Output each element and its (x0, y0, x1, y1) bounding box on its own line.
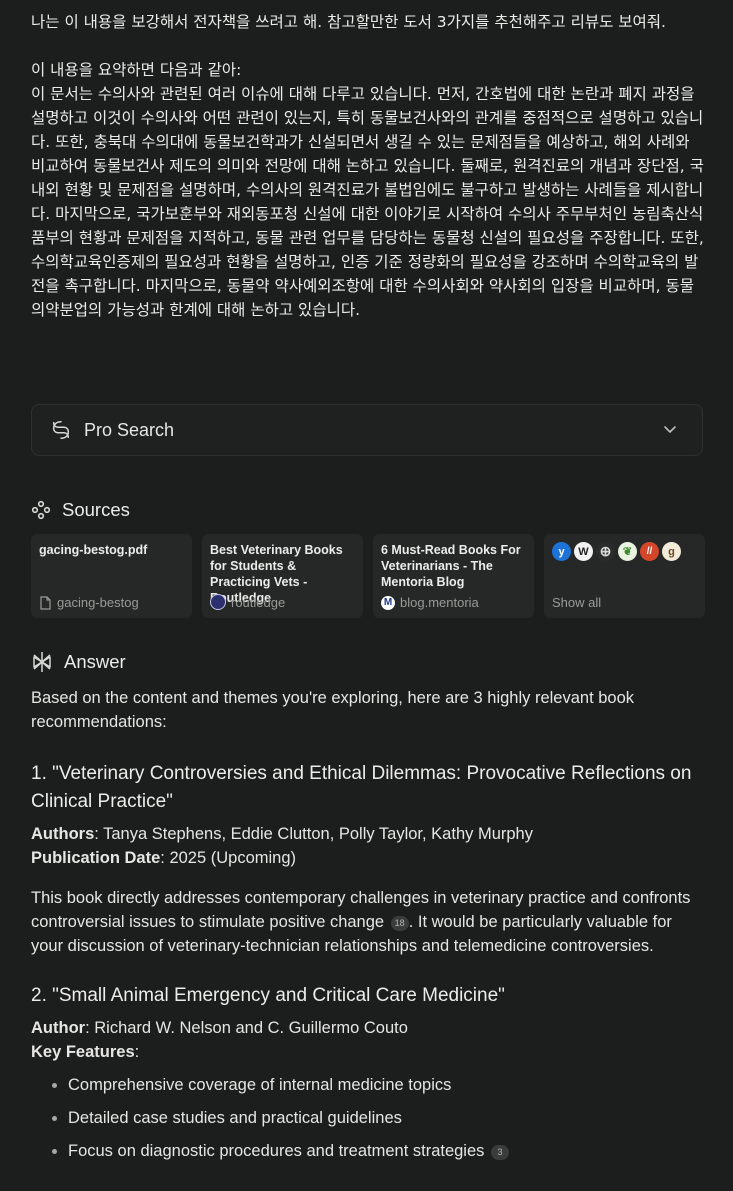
source-card-domain: M blog.mentoria (381, 595, 479, 610)
book-2-heading: 2. "Small Animal Emergency and Critical … (31, 985, 505, 1006)
source-card-domain: routledge (210, 594, 285, 610)
source-card-3[interactable]: 6 Must-Read Books For Veterinarians - Th… (373, 534, 534, 618)
routledge-favicon-icon (210, 594, 226, 610)
yahoo-favicon-icon: y (552, 542, 571, 561)
sources-title: Sources (62, 499, 130, 520)
pro-search-panel[interactable]: Pro Search (31, 404, 703, 456)
list-item: Detailed case studies and practical guid… (68, 1106, 707, 1130)
book-1-heading: 1. "Veterinary Controversies and Ethical… (31, 763, 692, 812)
sources-icon (31, 500, 51, 520)
page: 나는 이 내용을 보강해서 전자책을 쓰려고 해. 참고할만한 도서 3가지를 … (0, 0, 733, 1191)
answer-title: Answer (64, 651, 126, 672)
answer-intro: Based on the content and themes you're e… (31, 689, 635, 731)
source-card-show-all[interactable]: y W ⊕ ❦ // g Show all (544, 534, 705, 618)
user-query: 나는 이 내용을 보강해서 전자책을 쓰려고 해. 참고할만한 도서 3가지를 … (31, 10, 707, 322)
source-card-title: gacing-bestog.pdf (39, 543, 148, 557)
query-line-2: 이 내용을 요약하면 다음과 같아: (31, 61, 242, 79)
book-1-description: This book directly addresses contemporar… (31, 889, 691, 955)
favicon-row: y W ⊕ ❦ // g (552, 542, 697, 561)
sources-cards: gacing-bestog.pdf gacing-bestog Best Vet… (31, 534, 705, 618)
source-card-2[interactable]: Best Veterinary Books for Students & Pra… (202, 534, 363, 618)
sources-heading: Sources (31, 499, 130, 521)
pro-search-label: Pro Search (84, 419, 175, 440)
mentoria-favicon-icon: M (381, 595, 395, 610)
show-all-link[interactable]: Show all (552, 595, 601, 610)
book-2-features: Comprehensive coverage of internal medic… (31, 1073, 707, 1163)
book-2-features-label: Key Features: (31, 1043, 140, 1061)
book-2-author: Author: Richard W. Nelson and C. Guiller… (31, 1019, 408, 1037)
query-line-1: 나는 이 내용을 보강해서 전자책을 쓰려고 해. 참고할만한 도서 3가지를 … (31, 13, 666, 31)
chevron-down-icon[interactable] (662, 421, 678, 437)
answer-icon (33, 652, 51, 672)
answer-heading: Answer (31, 651, 126, 673)
list-item: Comprehensive coverage of internal medic… (68, 1073, 707, 1097)
query-summary: 이 문서는 수의사와 관련된 여러 이슈에 대해 다루고 있습니다. 먼저, 간… (31, 85, 704, 319)
globe-favicon-icon: ⊕ (596, 542, 615, 561)
answer-body: Based on the content and themes you're e… (31, 686, 707, 1172)
leaf-favicon-icon: ❦ (618, 542, 637, 561)
list-item: Focus on diagnostic procedures and treat… (68, 1139, 707, 1163)
source-card-title: 6 Must-Read Books For Veterinarians - Th… (381, 543, 521, 589)
source-card-1[interactable]: gacing-bestog.pdf gacing-bestog (31, 534, 192, 618)
red-favicon-icon: // (640, 542, 659, 561)
citation-badge[interactable]: 3 (491, 1145, 509, 1160)
book-1-date: Publication Date: 2025 (Upcoming) (31, 849, 297, 867)
citation-badge[interactable]: 18 (390, 916, 409, 931)
pro-search-icon (52, 421, 70, 439)
source-card-domain: gacing-bestog (39, 595, 139, 610)
book-1-authors: Authors: Tanya Stephens, Eddie Clutton, … (31, 825, 533, 843)
pdf-file-icon (40, 595, 51, 610)
wikipedia-favicon-icon: W (574, 542, 593, 561)
goodreads-favicon-icon: g (662, 542, 681, 561)
